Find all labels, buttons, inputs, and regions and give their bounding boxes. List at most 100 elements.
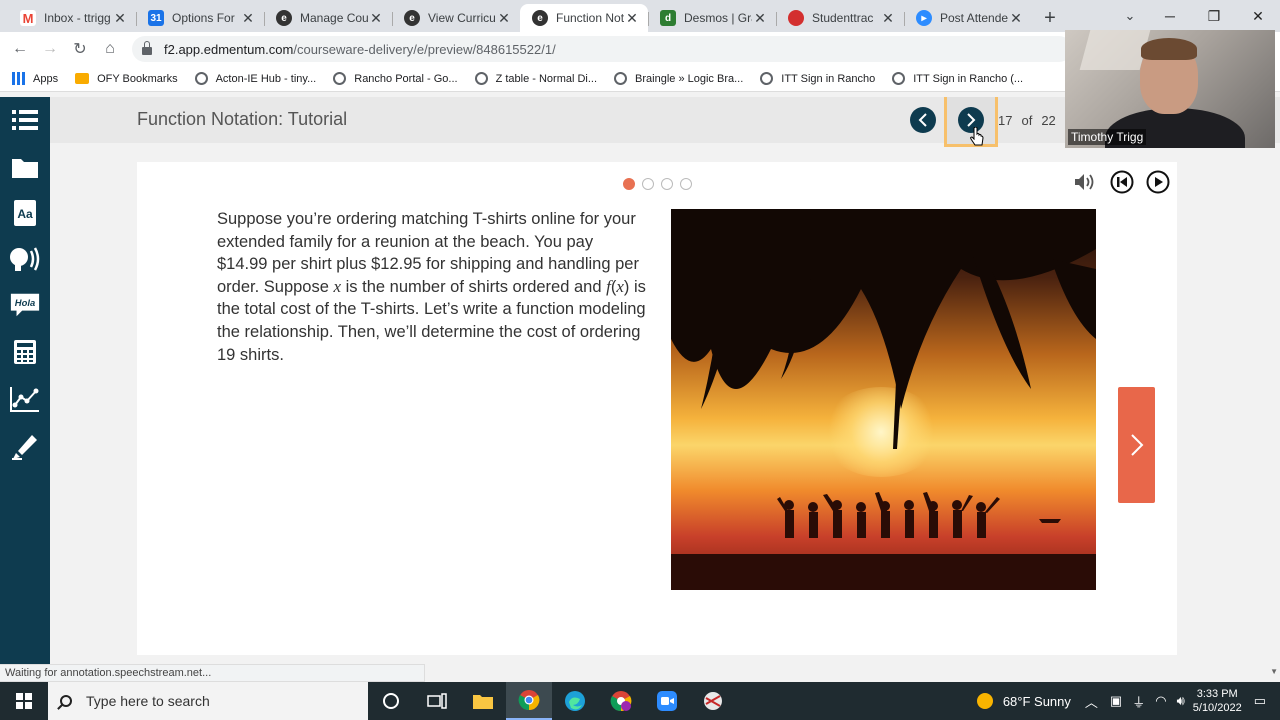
forward-arrow-icon[interactable]: →	[35, 40, 65, 58]
bookmark-itt-rancho-2[interactable]: ITT Sign in Rancho (...	[892, 72, 1023, 85]
slide-dot[interactable]	[661, 178, 673, 190]
tab-label: Manage Cou	[300, 11, 368, 25]
close-icon[interactable]: ✕	[496, 10, 512, 27]
tab-post-attendee[interactable]: ▸ Post Attende ✕	[904, 4, 1032, 32]
taskbar-chrome[interactable]	[506, 682, 552, 720]
tab-label: Options For	[172, 11, 235, 25]
minimize-icon[interactable]: ─	[1148, 0, 1192, 32]
volume-button[interactable]	[1073, 170, 1097, 194]
power-icon[interactable]: ⏚	[1132, 692, 1145, 711]
bookmark-rancho-portal[interactable]: Rancho Portal - Go...	[333, 72, 458, 85]
close-window-icon[interactable]: ✕	[1236, 0, 1280, 32]
webcam-overlay: Timothy Trigg	[1065, 30, 1275, 148]
text-to-speech-icon[interactable]	[9, 244, 41, 274]
taskbar-zoom[interactable]	[644, 682, 690, 720]
snipping-tool-icon	[704, 692, 722, 710]
cortana-icon	[383, 693, 399, 709]
table-of-contents-icon[interactable]	[9, 105, 41, 135]
bookmark-label: Braingle » Logic Bra...	[635, 72, 744, 85]
chevron-right-icon	[1130, 434, 1143, 456]
browser-tab-strip: M Inbox - ttrigg ✕ 31 Options For ✕ e Ma…	[0, 0, 1280, 32]
page-current: 17	[998, 113, 1013, 128]
tab-search-chevron-icon[interactable]: ⌄	[1118, 4, 1142, 28]
close-icon[interactable]: ✕	[112, 10, 128, 27]
bookmark-z-table[interactable]: Z table - Normal Di...	[474, 72, 598, 85]
globe-icon	[333, 72, 347, 85]
tab-function-notation[interactable]: e Function Not ✕	[520, 4, 648, 32]
slide-dot[interactable]	[623, 178, 635, 190]
next-slide-button[interactable]	[1118, 387, 1155, 503]
clock-time: 3:33 PM	[1196, 688, 1238, 700]
taskbar-snipping-tool[interactable]	[690, 682, 736, 720]
tab-label: Desmos | Gra	[684, 11, 752, 25]
close-icon[interactable]: ✕	[752, 10, 768, 27]
slide-dot[interactable]	[642, 178, 654, 190]
clock-date: 5/10/2022	[1192, 702, 1242, 714]
wifi-icon[interactable]: ◠	[1155, 693, 1166, 709]
bookmark-acton[interactable]: Acton-IE Hub - tiny...	[194, 72, 316, 85]
task-view-button[interactable]	[414, 682, 460, 720]
cortana-button[interactable]	[368, 682, 414, 720]
tab-options[interactable]: 31 Options For ✕	[136, 4, 264, 32]
start-button[interactable]	[0, 682, 48, 720]
close-icon[interactable]: ✕	[1008, 10, 1024, 27]
tab-label: Post Attende	[940, 11, 1008, 25]
speaker-icon[interactable]: 🔊︎	[1177, 693, 1185, 709]
close-icon[interactable]: ✕	[624, 10, 640, 27]
taskbar-file-explorer[interactable]	[460, 682, 506, 720]
windows-logo-icon	[16, 693, 32, 709]
translate-hola-icon[interactable]: Hola	[9, 290, 41, 320]
meet-now-icon[interactable]: ▣	[1110, 693, 1122, 709]
graphing-icon[interactable]	[9, 384, 41, 414]
bookmark-ofy[interactable]: OFY Bookmarks	[75, 73, 178, 85]
home-icon[interactable]: ⌂	[95, 40, 125, 58]
webcam-background	[1079, 30, 1151, 70]
window-controls: ─ ❐ ✕	[1148, 0, 1280, 32]
taskbar-edge[interactable]	[552, 682, 598, 720]
restart-button[interactable]	[1110, 170, 1134, 194]
play-button[interactable]	[1146, 170, 1170, 194]
page-counter: 17 of 22	[998, 113, 1065, 128]
folder-icon[interactable]	[9, 152, 41, 182]
chevron-right-icon	[967, 113, 976, 127]
taskbar-search-box[interactable]: Type here to search	[48, 682, 368, 720]
highlighter-icon[interactable]	[9, 431, 41, 461]
chevron-up-icon[interactable]: ︿	[1085, 692, 1098, 711]
variable-x: x	[333, 276, 342, 296]
back-arrow-icon[interactable]: ←	[5, 40, 35, 58]
new-tab-button[interactable]: +	[1036, 4, 1064, 32]
chevron-left-icon	[918, 113, 927, 127]
bookmark-label: Z table - Normal Di...	[495, 72, 598, 85]
bookmark-label: ITT Sign in Rancho (...	[913, 72, 1024, 85]
calculator-icon[interactable]	[9, 337, 41, 367]
previous-page-button[interactable]	[910, 107, 936, 133]
system-tray: 68°F Sunny ︿ ▣ ⏚ ◠ 🔊︎ 3:33 PM 5/10/2022 …	[975, 682, 1280, 720]
skip-back-icon	[1110, 170, 1134, 194]
tab-studenttrac[interactable]: Studenttrac ✕	[776, 4, 904, 32]
bookmark-apps[interactable]: Apps	[12, 72, 58, 85]
bookmark-label: Apps	[33, 72, 59, 85]
reload-icon[interactable]: ↻	[65, 39, 95, 59]
restore-icon[interactable]: ❐	[1192, 0, 1236, 32]
close-icon[interactable]: ✕	[368, 10, 384, 27]
tab-manage-courses[interactable]: e Manage Cou ✕	[264, 4, 392, 32]
tab-inbox[interactable]: M Inbox - ttrigg ✕	[8, 4, 136, 32]
bookmark-itt-rancho[interactable]: ITT Sign in Rancho	[760, 72, 875, 85]
bookmark-label: Rancho Portal - Go...	[354, 72, 458, 85]
notifications-icon[interactable]: ▭	[1254, 693, 1266, 709]
folder-icon	[75, 73, 90, 84]
scroll-down-arrow-icon[interactable]: ▼	[1270, 667, 1278, 676]
tab-desmos[interactable]: d Desmos | Gra ✕	[648, 4, 776, 32]
apple-icon	[788, 10, 804, 26]
edge-icon	[565, 691, 585, 711]
close-icon[interactable]: ✕	[240, 10, 256, 27]
weather-text[interactable]: 68°F Sunny	[1003, 694, 1071, 709]
bookmark-braingle[interactable]: Braingle » Logic Bra...	[614, 72, 743, 85]
close-icon[interactable]: ✕	[880, 10, 896, 27]
clock[interactable]: 3:33 PM 5/10/2022	[1193, 687, 1242, 715]
taskbar-chrome-profile[interactable]	[598, 682, 644, 720]
dictionary-icon[interactable]: Aa	[9, 198, 41, 228]
tab-view-curriculum[interactable]: e View Curricu ✕	[392, 4, 520, 32]
address-bar[interactable]: f2.app.edmentum.com/courseware-delivery/…	[132, 36, 1072, 62]
slide-dot[interactable]	[680, 178, 692, 190]
